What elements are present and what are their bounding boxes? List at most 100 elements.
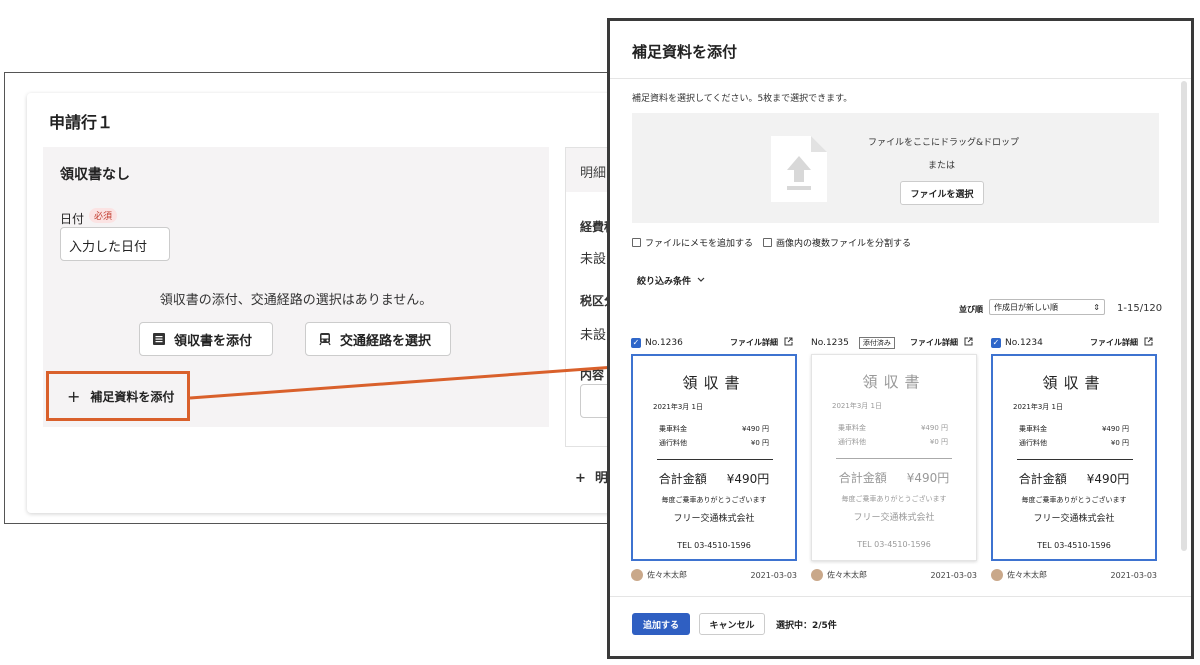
split-option[interactable]: 画像内の複数ファイルを分割する xyxy=(763,236,911,249)
memo-checkbox[interactable] xyxy=(632,238,641,247)
uploader-name: 佐々木太郎 xyxy=(1007,570,1047,580)
external-link-icon xyxy=(964,337,973,348)
receipt-icon xyxy=(152,332,166,346)
toll-label: 通行料他 xyxy=(1019,439,1047,447)
toll-label: 通行料他 xyxy=(838,438,866,446)
receipt-thumbnail[interactable]: 領収書 2021年3月 1日 乗車料金 ¥490 円 通行料他 ¥0 円 合計金額 ¥… xyxy=(631,354,797,561)
selected-checkbox[interactable]: ✓ xyxy=(991,338,1001,348)
total-value: ¥490円 xyxy=(906,471,950,485)
drop-or: または xyxy=(928,161,956,171)
cancel-button[interactable]: キャンセル xyxy=(699,613,765,635)
receipt-row: 通行料他 ¥0 円 xyxy=(1019,438,1129,448)
add-button[interactable]: 追加する xyxy=(632,613,690,635)
selected-count: 選択中：2/5件 xyxy=(776,621,837,631)
date-field[interactable]: 入力した日付 xyxy=(60,227,170,261)
filter-label: 絞り込み条件 xyxy=(637,277,692,287)
external-link-icon xyxy=(1144,337,1153,348)
receipt-company: フリー交通株式会社 xyxy=(673,514,755,524)
file-detail-link[interactable]: ファイル詳細 xyxy=(910,337,973,348)
avatar xyxy=(631,569,643,581)
file-dropzone[interactable]: ファイルをここにドラッグ&ドロップ または ファイルを選択 xyxy=(632,113,1159,223)
no-receipt-message: 領収書の添付、交通経路の選択はありません。 xyxy=(159,293,433,308)
select-route-label: 交通経路を選択 xyxy=(340,333,432,349)
item-date: 2021-03-03 xyxy=(750,570,798,580)
receipt-thanks: 毎度ご乗車ありがとうございます xyxy=(841,495,947,503)
item-number: ✓ No.1234 xyxy=(991,338,1043,348)
expense-category-value[interactable]: 未設 xyxy=(580,248,606,267)
tax-category-value[interactable]: 未設 xyxy=(580,324,606,343)
receipt-date: 2021年3月 1日 xyxy=(653,403,703,411)
fare-label: 乗車料金 xyxy=(659,425,687,433)
toll-value: ¥0 円 xyxy=(750,439,769,447)
receipt-total: 合計金額 ¥490円 xyxy=(633,470,795,487)
item-header: No.1235 添付済み ファイル詳細 xyxy=(811,334,977,352)
file-item[interactable]: ✓ No.1234 ファイル詳細 領収書 2021年3月 1日 乗車料金 ¥490… xyxy=(991,334,1157,583)
select-file-button[interactable]: ファイルを選択 xyxy=(900,181,984,205)
receipt-row: 乗車料金 ¥490 円 xyxy=(1019,424,1129,434)
fare-value: ¥490 円 xyxy=(920,424,948,432)
receipt-total: 合計金額 ¥490円 xyxy=(993,470,1155,487)
selected-checkbox[interactable]: ✓ xyxy=(631,338,641,348)
pagination-info: 1-15/120 xyxy=(1117,303,1163,314)
file-detail-link[interactable]: ファイル詳細 xyxy=(730,337,793,348)
receipt-row: 通行料他 ¥0 円 xyxy=(659,438,769,448)
item-header: ✓ No.1236 ファイル詳細 xyxy=(631,334,797,352)
item-number: No.1235 添付済み xyxy=(811,337,895,349)
receipt-divider xyxy=(836,458,952,459)
uploader: 佐々木太郎 xyxy=(811,569,867,581)
receipt-row: 乗車料金 ¥490 円 xyxy=(838,423,948,433)
item-footer: 佐々木太郎 2021-03-03 xyxy=(811,567,977,583)
receipt-company: フリー交通株式会社 xyxy=(1033,514,1115,524)
item-date: 2021-03-03 xyxy=(1110,570,1158,580)
drop-instruction: ファイルをここにドラッグ&ドロップ xyxy=(868,138,1020,148)
item-header: ✓ No.1234 ファイル詳細 xyxy=(991,334,1157,352)
receipt-thanks: 毎度ご乗車ありがとうございます xyxy=(1021,496,1127,504)
upload-file-icon xyxy=(771,136,827,202)
item-number-label: No.1235 xyxy=(811,338,849,348)
receipt-tel: TEL 03-4510-1596 xyxy=(1037,541,1111,550)
file-item[interactable]: ✓ No.1236 ファイル詳細 領収書 2021年3月 1日 乗車料金 ¥490… xyxy=(631,334,797,583)
split-checkbox[interactable] xyxy=(763,238,772,247)
sort-select[interactable]: 作成日が新しい順 ⇕ xyxy=(989,299,1105,315)
item-number: ✓ No.1236 xyxy=(631,338,683,348)
total-label: 合計金額 xyxy=(838,471,887,485)
modal-footer: 追加する キャンセル 選択中：2/5件 xyxy=(610,596,1191,656)
no-receipt-panel: 領収書なし 日付 必須 入力した日付 領収書の添付、交通経路の選択はありません。… xyxy=(43,147,549,427)
file-detail-link[interactable]: ファイル詳細 xyxy=(1090,337,1153,348)
external-link-icon xyxy=(784,337,793,348)
item-number-label: No.1236 xyxy=(645,338,683,348)
receipt-tel: TEL 03-4510-1596 xyxy=(677,541,751,550)
content-label: 内容 xyxy=(580,368,605,382)
uploader: 佐々木太郎 xyxy=(631,569,687,581)
date-label: 日付 xyxy=(60,212,85,226)
add-supplementary-label: 補足資料を添付 xyxy=(90,389,175,404)
filter-toggle[interactable]: 絞り込み条件 xyxy=(637,274,705,287)
item-number-label: No.1234 xyxy=(1005,338,1043,348)
modal-scrollbar[interactable] xyxy=(1181,81,1187,551)
select-route-button[interactable]: 交通経路を選択 xyxy=(305,322,451,356)
receipt-thanks: 毎度ご乗車ありがとうございます xyxy=(661,496,767,504)
memo-option[interactable]: ファイルにメモを追加する xyxy=(632,236,753,249)
file-item[interactable]: No.1235 添付済み ファイル詳細 領収書 2021年3月 1日 乗車料金 ¥… xyxy=(811,334,977,583)
fare-label: 乗車料金 xyxy=(838,424,866,432)
file-detail-label: ファイル詳細 xyxy=(910,338,958,347)
receipt-title: 領収書 xyxy=(682,374,746,392)
no-receipt-title: 領収書なし xyxy=(60,167,130,183)
item-footer: 佐々木太郎 2021-03-03 xyxy=(631,567,797,583)
item-date: 2021-03-03 xyxy=(930,570,978,580)
receipt-thumbnail[interactable]: 領収書 2021年3月 1日 乗車料金 ¥490 円 通行料他 ¥0 円 合計金額 ¥… xyxy=(991,354,1157,561)
add-supplementary-button[interactable]: + 補足資料を添付 xyxy=(46,371,190,421)
add-detail-button[interactable]: + 明 xyxy=(575,467,608,486)
uploader-name: 佐々木太郎 xyxy=(647,570,687,580)
sort-label: 並び順 xyxy=(959,305,983,314)
avatar xyxy=(991,569,1003,581)
application-line-card: 申請行１ 領収書なし 日付 必須 入力した日付 領収書の添付、交通経路の選択はあ… xyxy=(27,93,615,513)
receipt-row: 通行料他 ¥0 円 xyxy=(838,437,948,447)
item-footer: 佐々木太郎 2021-03-03 xyxy=(991,567,1157,583)
total-value: ¥490円 xyxy=(726,472,770,486)
receipt-row: 乗車料金 ¥490 円 xyxy=(659,424,769,434)
memo-option-label: ファイルにメモを追加する xyxy=(645,239,754,249)
attach-receipt-button[interactable]: 領収書を添付 xyxy=(139,322,273,356)
receipt-total: 合計金額 ¥490円 xyxy=(812,469,976,486)
supplementary-modal: 補足資料を添付 補足資料を選択してください。5枚まで選択できます。 ファイルをこ… xyxy=(607,18,1194,659)
